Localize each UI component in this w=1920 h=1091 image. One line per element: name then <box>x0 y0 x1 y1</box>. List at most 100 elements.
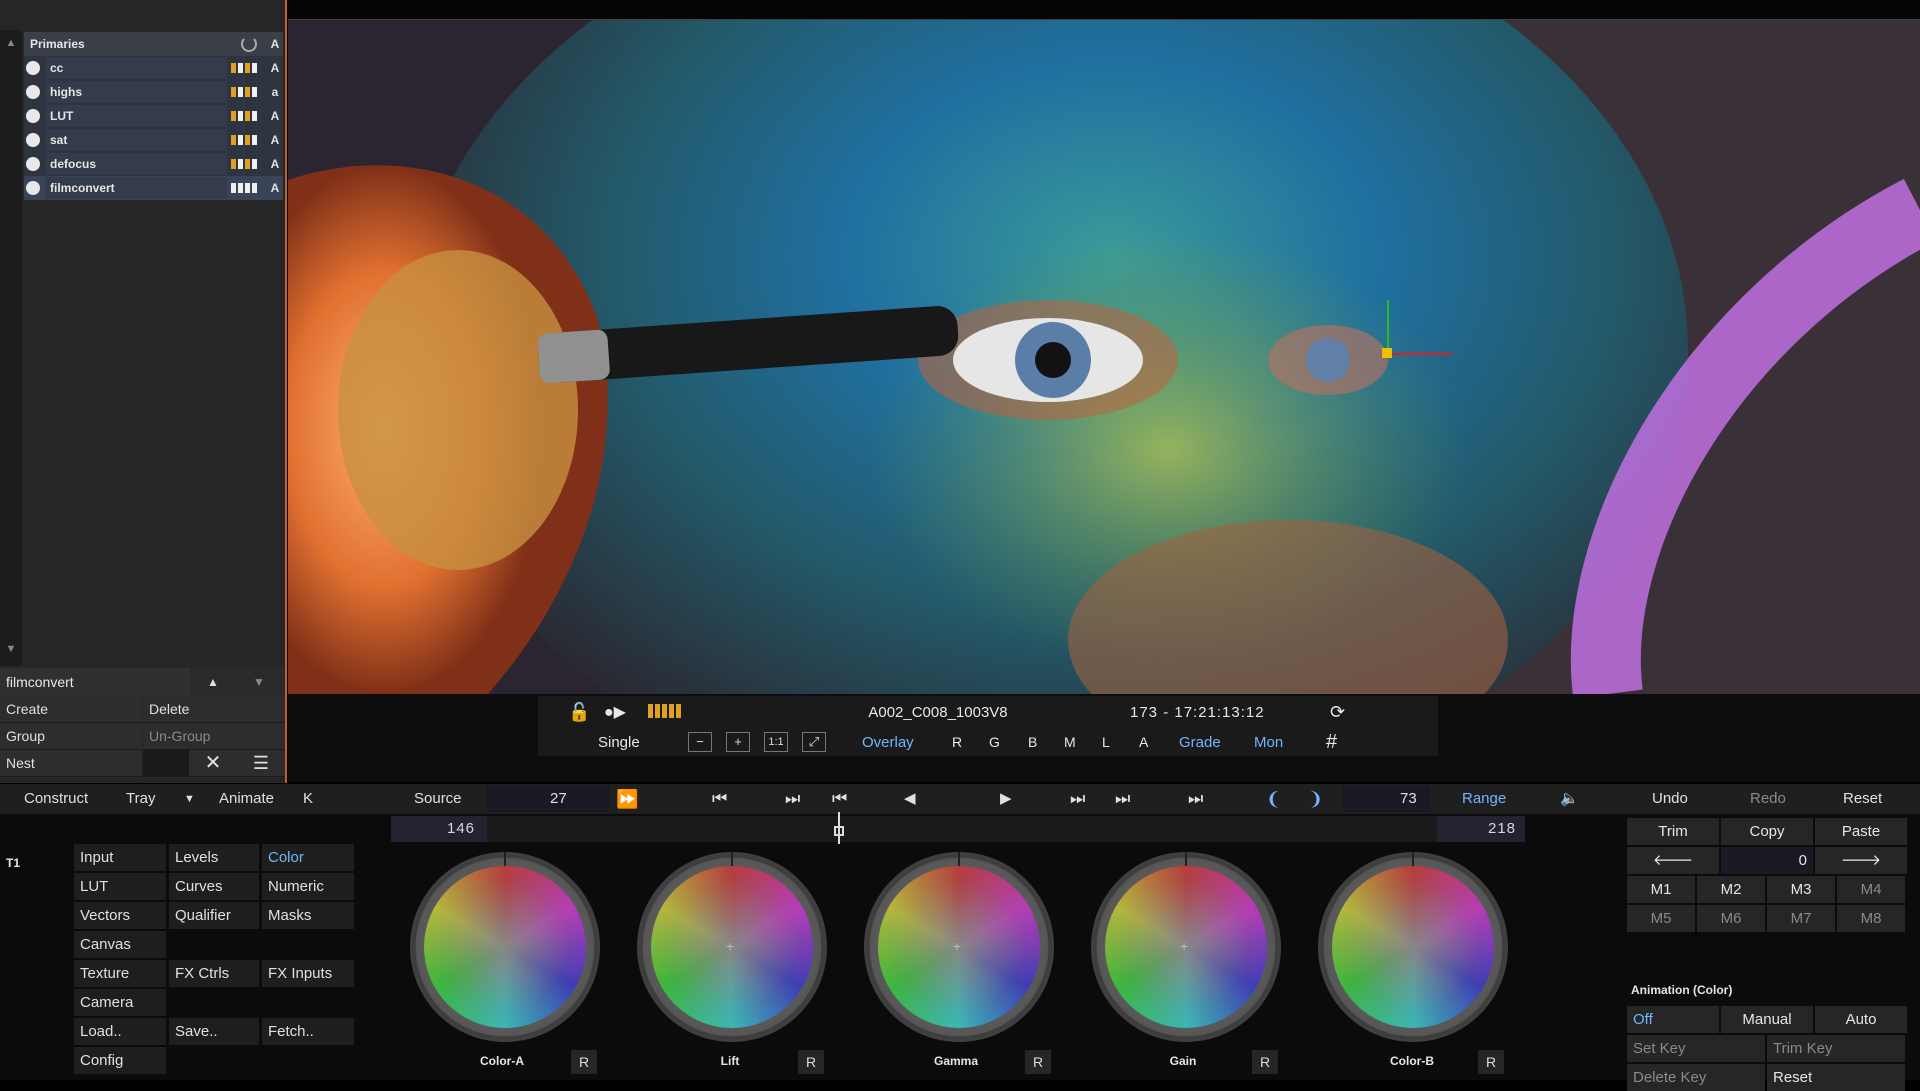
tree-item-flag[interactable]: A <box>267 133 283 147</box>
key-value-field[interactable]: 0 <box>1721 847 1813 874</box>
load-button[interactable]: Load.. <box>74 1018 166 1045</box>
tree-header[interactable]: Primaries A <box>24 32 283 56</box>
mark-in-icon[interactable]: ❨ <box>1266 784 1281 814</box>
wheel-center-icon[interactable]: + <box>1180 938 1188 954</box>
channel-l-button[interactable]: L <box>1102 734 1110 750</box>
construct-button[interactable]: Construct <box>24 784 88 814</box>
step-back-icon[interactable]: ⏮ <box>832 784 847 814</box>
close-icon[interactable]: ✕ <box>189 750 237 777</box>
overlay-button[interactable]: Overlay <box>862 734 914 751</box>
next-key-icon[interactable]: ⏭ <box>1115 784 1130 814</box>
speaker-icon[interactable]: 🔈 <box>1560 784 1579 814</box>
tab-config[interactable]: Config <box>74 1047 166 1074</box>
delete-key-button[interactable]: Delete Key <box>1627 1064 1765 1091</box>
enable-toggle-icon[interactable] <box>26 109 40 123</box>
memory-m1-button[interactable]: M1 <box>1627 876 1695 903</box>
source-button[interactable]: Source <box>414 784 462 814</box>
range-button[interactable]: Range <box>1462 784 1506 814</box>
prev-key-icon[interactable]: ⏭ <box>785 784 800 814</box>
tab-canvas[interactable]: Canvas <box>74 931 166 958</box>
refresh-icon[interactable]: ⟳ <box>1330 702 1345 723</box>
scroll-up-icon[interactable]: ▲ <box>4 36 18 50</box>
go-to-end-icon[interactable]: ⏭ <box>1188 784 1203 814</box>
channel-a-button[interactable]: A <box>1139 734 1148 750</box>
reset-gamma-button[interactable]: R <box>1025 1050 1051 1074</box>
fit-icon[interactable]: ⤢ <box>802 732 826 752</box>
tab-curves[interactable]: Curves <box>169 873 259 900</box>
gain-wheel[interactable]: + <box>1091 852 1281 1042</box>
group-button[interactable]: Group <box>0 723 142 750</box>
tab-fx-ctrls[interactable]: FX Ctrls <box>169 960 259 987</box>
memory-m4-button[interactable]: M4 <box>1837 876 1905 903</box>
mon-button[interactable]: Mon <box>1254 734 1283 751</box>
memory-m5-button[interactable]: M5 <box>1627 905 1695 932</box>
tree-item-flag[interactable]: a <box>267 85 283 99</box>
enable-toggle-icon[interactable] <box>26 85 40 99</box>
step-forward-icon[interactable]: ⏭ <box>1070 784 1085 814</box>
layer-name-field[interactable]: filmconvert <box>0 668 190 696</box>
tab-masks[interactable]: Masks <box>262 902 354 929</box>
enable-toggle-icon[interactable] <box>26 181 40 195</box>
save-button[interactable]: Save.. <box>169 1018 259 1045</box>
reset-color-a-button[interactable]: R <box>571 1050 597 1074</box>
enable-toggle-icon[interactable] <box>26 133 40 147</box>
wheel-center-icon[interactable]: + <box>953 938 961 954</box>
list-menu-icon[interactable]: ☰ <box>237 750 285 777</box>
trim-key-button[interactable]: Trim Key <box>1767 1035 1905 1062</box>
image-viewer[interactable] <box>288 20 1920 694</box>
color-b-wheel[interactable] <box>1318 852 1508 1042</box>
zoom-1to1-icon[interactable]: 1:1 <box>764 732 788 752</box>
gamma-wheel[interactable]: + <box>864 852 1054 1042</box>
k-button[interactable]: K <box>303 784 313 814</box>
channel-m-button[interactable]: M <box>1064 734 1076 750</box>
trim-button[interactable]: Trim <box>1627 818 1719 845</box>
tab-levels[interactable]: Levels <box>169 844 259 871</box>
animate-button[interactable]: Animate <box>219 784 274 814</box>
prev-key-arrow-icon[interactable]: 🡐 <box>1627 847 1719 874</box>
mark-out-icon[interactable]: ❩ <box>1308 784 1323 814</box>
copy-button[interactable]: Copy <box>1721 818 1813 845</box>
fetch-button[interactable]: Fetch.. <box>262 1018 354 1045</box>
anim-off-button[interactable]: Off <box>1627 1006 1719 1033</box>
tree-item-defocus[interactable]: defocus A <box>24 152 283 176</box>
tab-input[interactable]: Input <box>74 844 166 871</box>
delete-button[interactable]: Delete <box>143 696 285 723</box>
timeline[interactable]: 146 218 <box>391 812 1525 844</box>
memory-m6-button[interactable]: M6 <box>1697 905 1765 932</box>
memory-m2-button[interactable]: M2 <box>1697 876 1765 903</box>
play-reverse-icon[interactable]: ◀ <box>904 784 916 814</box>
tree-item-filmconvert[interactable]: filmconvert A <box>24 176 283 200</box>
grid-icon[interactable]: # <box>1326 731 1337 754</box>
lift-wheel[interactable]: + <box>637 852 827 1042</box>
tree-item-sat[interactable]: sat A <box>24 128 283 152</box>
tree-item-flag[interactable]: A <box>267 157 283 171</box>
move-down-icon[interactable]: ▼ <box>236 668 282 696</box>
nest-button[interactable]: Nest <box>0 750 142 777</box>
memory-m3-button[interactable]: M3 <box>1767 876 1835 903</box>
create-button[interactable]: Create <box>0 696 142 723</box>
tree-item-flag[interactable]: A <box>267 61 283 75</box>
tray-dropdown-icon[interactable]: ▼ <box>184 784 195 814</box>
frame-step-field[interactable]: 27 <box>550 784 567 814</box>
anim-reset-button[interactable]: Reset <box>1767 1064 1905 1091</box>
refresh-icon[interactable] <box>241 36 257 52</box>
ungroup-button[interactable]: Un-Group <box>143 723 285 750</box>
tab-camera[interactable]: Camera <box>74 989 166 1016</box>
tab-texture[interactable]: Texture <box>74 960 166 987</box>
tree-item-highs[interactable]: highs a <box>24 80 283 104</box>
reset-gain-button[interactable]: R <box>1252 1050 1278 1074</box>
undo-button[interactable]: Undo <box>1652 784 1688 814</box>
tree-item-flag[interactable]: A <box>267 181 283 195</box>
redo-button[interactable]: Redo <box>1750 784 1786 814</box>
tab-fx-inputs[interactable]: FX Inputs <box>262 960 354 987</box>
enable-toggle-icon[interactable] <box>26 157 40 171</box>
tree-item-flag[interactable]: A <box>267 109 283 123</box>
grade-button[interactable]: Grade <box>1179 734 1221 751</box>
tab-lut[interactable]: LUT <box>74 873 166 900</box>
tray-button[interactable]: Tray <box>126 784 155 814</box>
anim-manual-button[interactable]: Manual <box>1721 1006 1813 1033</box>
tree-header-flag[interactable]: A <box>267 37 283 51</box>
move-up-icon[interactable]: ▲ <box>190 668 236 696</box>
reset-button[interactable]: Reset <box>1843 784 1882 814</box>
single-button[interactable]: Single <box>598 734 640 751</box>
